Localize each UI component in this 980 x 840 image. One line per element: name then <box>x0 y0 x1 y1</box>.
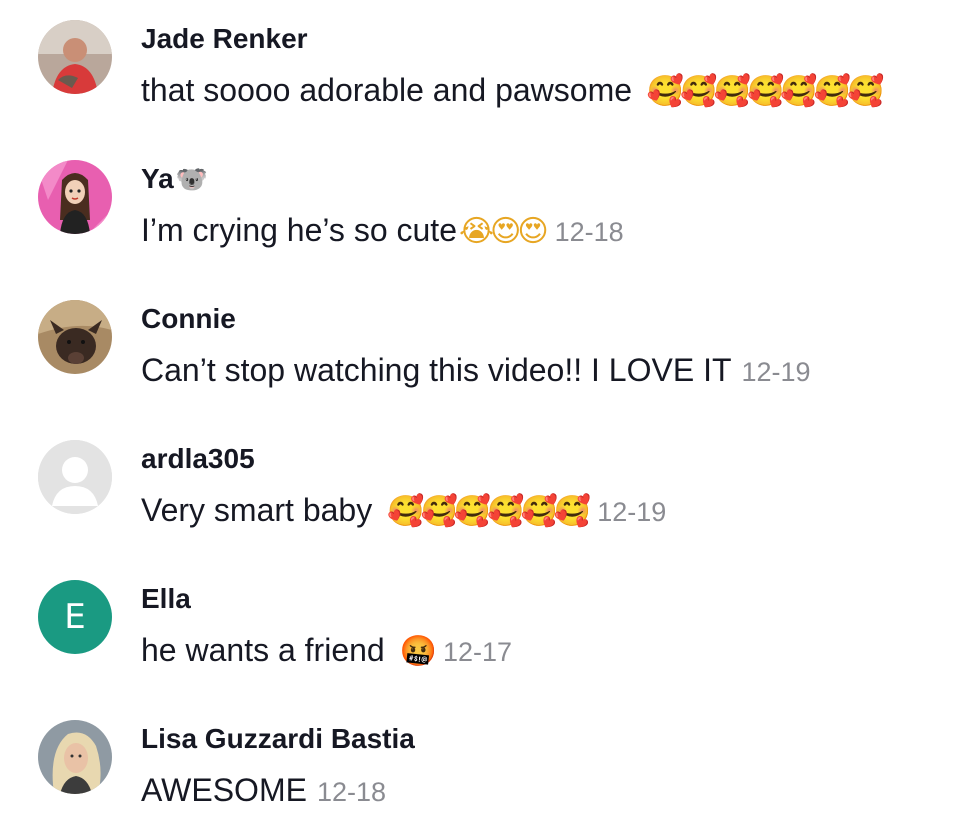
avatar[interactable] <box>38 160 112 234</box>
avatar[interactable] <box>38 300 112 374</box>
comment-date: 12-18 <box>554 217 624 247</box>
comment-username[interactable]: Jade Renker <box>141 22 310 56</box>
username-text: Lisa Guzzardi Bastia <box>141 723 415 754</box>
comment-date: 12-19 <box>597 497 667 527</box>
emoji-crying-heart-eyes-icon: 😭😍😍 <box>458 214 549 249</box>
avatar[interactable] <box>38 720 112 794</box>
comment-item: Connie Can’t stop watching this video!! … <box>0 280 980 420</box>
comment-text: that soooo adorable and pawsome <box>141 72 633 108</box>
comment-text: Can’t stop watching this video!! I LOVE … <box>141 352 732 388</box>
comment-username[interactable]: Lisa Guzzardi Bastia <box>141 722 415 756</box>
cartoon-avatar-icon <box>38 160 112 234</box>
username-text: Ella <box>141 583 191 614</box>
username-text: Ya <box>141 163 174 194</box>
comment-body: Can’t stop watching this video!! I LOVE … <box>141 350 811 392</box>
username-text: Connie <box>141 303 236 334</box>
comment-list: Jade Renker that soooo adorable and paws… <box>0 0 980 823</box>
comment-item: Ya🐨 I’m crying he’s so cute😭😍😍 12-18 <box>0 140 980 280</box>
comment-username[interactable]: Ya🐨 <box>141 162 208 196</box>
user-photo-icon <box>38 720 112 794</box>
koala-icon: 🐨 <box>175 164 209 194</box>
comment-username[interactable]: Connie <box>141 302 236 336</box>
username-text: Jade Renker <box>141 23 308 54</box>
username-text: ardla305 <box>141 443 255 474</box>
comment-item: E Ella he wants a friend 🤬 12-17 <box>0 560 980 700</box>
user-photo-icon <box>38 20 112 94</box>
emoji-cursing-face-icon: 🤬 <box>399 634 437 669</box>
avatar[interactable]: E <box>38 580 112 654</box>
comment-text: he wants a friend <box>141 632 385 668</box>
comment-text: I’m crying he’s so cute <box>141 212 457 248</box>
comment-text: AWESOME <box>141 772 307 808</box>
avatar-initial: E <box>64 597 86 637</box>
comment-body: Very smart baby 🥰🥰🥰🥰🥰🥰 12-19 <box>141 490 666 532</box>
default-user-icon <box>38 440 112 514</box>
comment-body: AWESOME 12-18 <box>141 770 386 812</box>
comment-item: ardla305 Very smart baby 🥰🥰🥰🥰🥰🥰 12-19 <box>0 420 980 560</box>
avatar[interactable] <box>38 20 112 94</box>
avatar[interactable] <box>38 440 112 514</box>
emoji-hearts-face-icon: 🥰🥰🥰🥰🥰🥰 <box>387 494 591 529</box>
comment-username[interactable]: ardla305 <box>141 442 255 476</box>
dog-photo-icon <box>38 300 112 374</box>
comment-body: I’m crying he’s so cute😭😍😍 12-18 <box>141 210 624 252</box>
comment-date: 12-17 <box>442 637 513 667</box>
comment-date: 12-18 <box>316 777 386 807</box>
comment-text: Very smart baby <box>141 492 373 528</box>
comment-date: 12-19 <box>741 357 811 387</box>
comment-body: that soooo adorable and pawsome 🥰🥰🥰🥰🥰🥰🥰 <box>141 70 884 112</box>
comment-body: he wants a friend 🤬 12-17 <box>141 630 512 672</box>
emoji-hearts-face-icon: 🥰🥰🥰🥰🥰🥰🥰 <box>646 74 884 109</box>
comment-username[interactable]: Ella <box>141 582 191 616</box>
comment-item: Lisa Guzzardi Bastia AWESOME 12-18 <box>0 700 980 840</box>
comment-item: Jade Renker that soooo adorable and paws… <box>0 0 980 140</box>
